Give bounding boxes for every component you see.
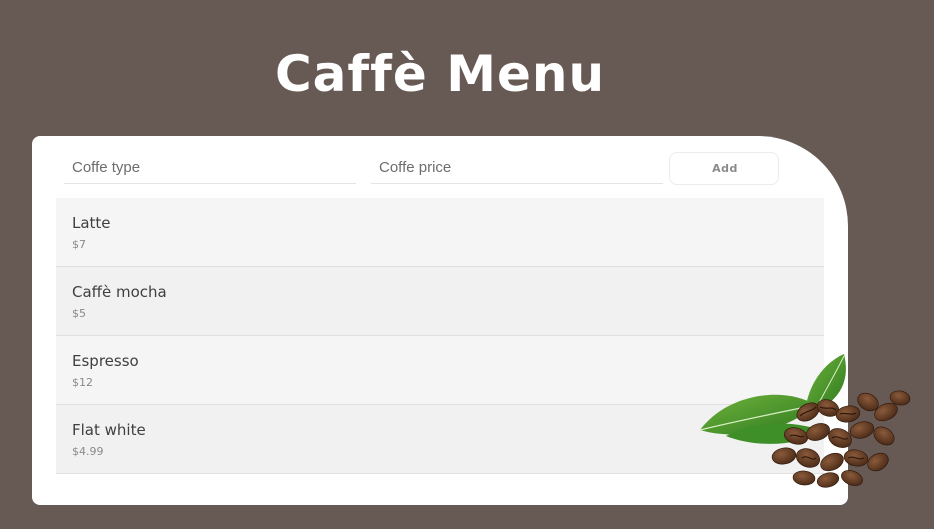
item-price: $5	[72, 307, 86, 320]
item-name: Espresso	[72, 352, 139, 370]
coffee-beans-with-leaves-icon	[699, 354, 911, 488]
item-name: Caffè mocha	[72, 283, 167, 301]
add-button[interactable]: Add	[669, 152, 779, 185]
list-item[interactable]: Latte $7	[56, 198, 824, 267]
list-item[interactable]: Caffè mocha $5	[56, 267, 824, 336]
item-name: Latte	[72, 214, 111, 232]
item-price: $12	[72, 376, 93, 389]
item-price: $7	[72, 238, 86, 251]
coffee-type-input[interactable]	[64, 152, 356, 184]
coffee-price-input[interactable]	[371, 152, 663, 184]
item-price: $4.99	[72, 445, 104, 458]
item-name: Flat white	[72, 421, 146, 439]
page-title: Caffè Menu	[274, 45, 606, 103]
